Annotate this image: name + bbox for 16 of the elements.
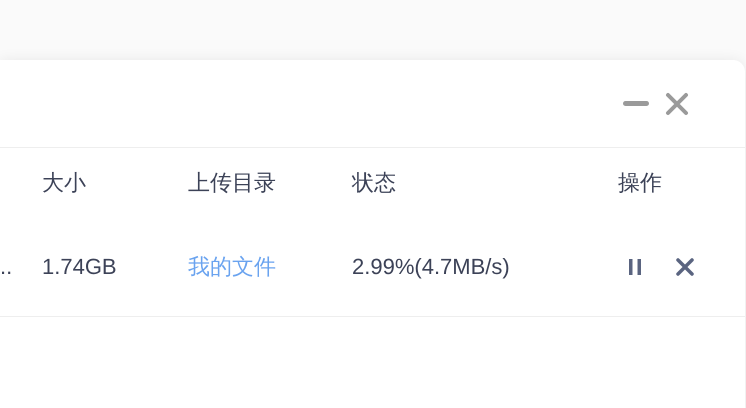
- column-header: 大小: [42, 170, 86, 195]
- minimize-icon: [623, 100, 649, 106]
- file-size: 1.74GB: [42, 254, 117, 279]
- column-header: 操作: [618, 170, 662, 195]
- column-header: 状态: [352, 170, 396, 195]
- cancel-button[interactable]: [676, 258, 694, 276]
- minimize-button[interactable]: [623, 100, 649, 106]
- file-name: ..: [0, 254, 12, 279]
- pause-icon: [628, 258, 642, 276]
- pause-button[interactable]: [628, 258, 642, 276]
- close-icon: [665, 92, 689, 116]
- close-button[interactable]: [665, 92, 689, 116]
- upload-status: 2.99%(4.7MB/s): [352, 254, 510, 279]
- column-header: 上传目录: [188, 170, 276, 195]
- close-icon: [676, 258, 694, 276]
- directory-link[interactable]: 我的文件: [188, 254, 276, 279]
